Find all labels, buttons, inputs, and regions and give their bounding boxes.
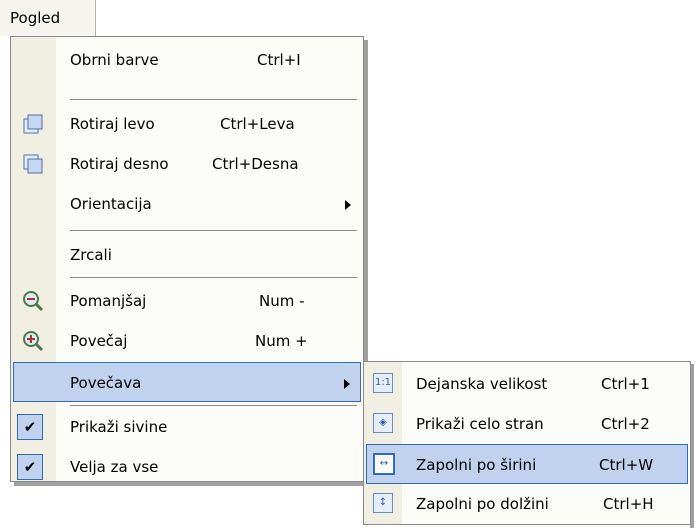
menu-item-label: Prikaži sivine — [70, 418, 168, 436]
submenu-item-fit-page[interactable]: ◈ Prikaži celo stran Ctrl+2 — [364, 404, 690, 444]
menu-item-orientation[interactable]: Orientacija — [11, 184, 363, 224]
menu-item-label: Velja za vse — [70, 458, 159, 476]
rotate-left-icon — [23, 114, 43, 134]
menu-item-shortcut: Num + — [255, 332, 308, 350]
menu-pogled-label: Pogled — [10, 9, 61, 27]
fit-width-icon: ↔ — [373, 453, 395, 475]
submenu-item-fit-width[interactable]: ↔ Zapolni po širini Ctrl+W — [366, 444, 688, 484]
submenu-item-label: Zapolni po dolžini — [416, 495, 549, 513]
menu-item-zoom-out[interactable]: Pomanjšaj Num - — [11, 281, 363, 321]
rotate-right-icon — [23, 154, 43, 174]
menu-item-shortcut: Ctrl+Leva — [220, 115, 295, 133]
zoom-out-icon — [23, 291, 44, 312]
menu-item-shortcut: Ctrl+Desna — [212, 155, 299, 173]
checkmark-icon: ✔ — [17, 454, 43, 480]
menu-item-label: Zrcali — [70, 246, 112, 264]
submenu-item-label: Dejanska velikost — [416, 375, 548, 393]
menu-item-apply-to-all[interactable]: ✔ Velja za vse — [11, 447, 363, 487]
zoom-in-icon — [23, 331, 44, 352]
menu-item-label: Povečaj — [70, 332, 128, 350]
menu-item-zoom-in[interactable]: Povečaj Num + — [11, 321, 363, 361]
menu-item-rotate-right[interactable]: Rotiraj desno Ctrl+Desna — [11, 144, 363, 184]
menu-item-label: Obrni barve — [70, 51, 159, 69]
menu-item-rotate-left[interactable]: Rotiraj levo Ctrl+Leva — [11, 104, 363, 144]
menu-item-show-grayscale[interactable]: ✔ Prikaži sivine — [11, 407, 363, 447]
menu-item-label: Orientacija — [70, 195, 152, 213]
menu-item-mirror[interactable]: Zrcali — [11, 235, 363, 275]
submenu-item-shortcut: Ctrl+2 — [601, 415, 650, 433]
fit-page-icon: ◈ — [373, 413, 393, 433]
actual-size-icon: 1:1 — [373, 373, 393, 393]
menu-item-zoom[interactable]: Povečava — [13, 362, 361, 402]
menu-item-label: Povečava — [70, 374, 142, 392]
view-menu: Obrni barve Ctrl+I Rotiraj levo Ctrl+Lev… — [10, 36, 364, 482]
fit-height-icon: ↕ — [373, 493, 393, 513]
zoom-submenu: 1:1 Dejanska velikost Ctrl+1 ◈ Prikaži c… — [363, 361, 691, 525]
submenu-item-label: Zapolni po širini — [416, 456, 537, 474]
menu-item-label: Rotiraj desno — [70, 155, 169, 173]
menu-pogled[interactable]: Pogled — [0, 0, 96, 36]
menu-item-shortcut: Ctrl+I — [257, 51, 301, 69]
submenu-item-shortcut: Ctrl+H — [603, 495, 654, 513]
menu-item-label: Pomanjšaj — [70, 292, 147, 310]
submenu-item-shortcut: Ctrl+W — [599, 456, 654, 474]
submenu-item-label: Prikaži celo stran — [416, 415, 544, 433]
submenu-item-shortcut: Ctrl+1 — [601, 375, 650, 393]
submenu-arrow-icon — [344, 379, 350, 389]
menu-item-invert-colors[interactable]: Obrni barve Ctrl+I — [11, 40, 363, 80]
checkmark-icon: ✔ — [17, 414, 43, 440]
menu-item-shortcut: Num - — [259, 292, 305, 310]
submenu-item-actual-size[interactable]: 1:1 Dejanska velikost Ctrl+1 — [364, 364, 690, 404]
submenu-item-fit-height[interactable]: ↕ Zapolni po dolžini Ctrl+H — [364, 484, 690, 524]
submenu-arrow-icon — [345, 200, 351, 210]
menu-item-label: Rotiraj levo — [70, 115, 155, 133]
